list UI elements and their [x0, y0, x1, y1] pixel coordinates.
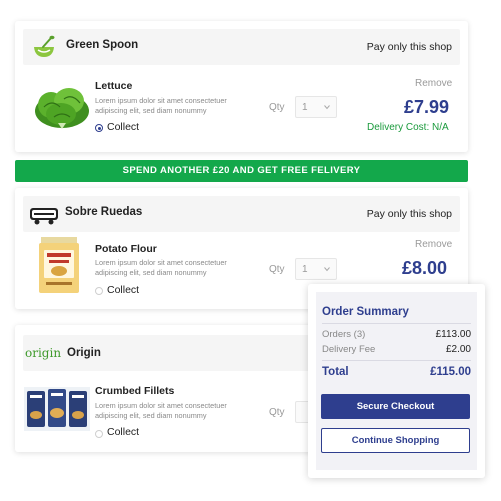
potato-flour-bag-image — [39, 237, 79, 293]
free-delivery-banner: SPEND ANOTHER £20 AND GET FREE FELIVERY — [15, 160, 468, 182]
order-summary-title: Order Summary — [322, 306, 409, 318]
quantity-select[interactable]: 1 — [295, 258, 337, 280]
total-label: Total — [322, 366, 349, 378]
collect-label[interactable]: Collect — [107, 121, 139, 133]
continue-shopping-button[interactable]: Continue Shopping — [321, 428, 470, 453]
orders-value: £113.00 — [435, 329, 471, 340]
qty-label: Qty — [269, 407, 285, 418]
remove-link[interactable]: Remove — [415, 239, 452, 250]
product-description: Lorem ipsum dolor sit amet consectetuer … — [95, 401, 227, 420]
product-name: Crumbed Fillets — [95, 385, 175, 397]
sobre-ruedas-logo-icon — [30, 208, 58, 225]
shop-header: Sobre Ruedas Pay only this shop — [23, 196, 460, 232]
collect-radio[interactable] — [95, 287, 103, 295]
product-description: Lorem ipsum dolor sit amet consectetuer … — [95, 258, 227, 277]
product-price: £7.99 — [404, 97, 450, 117]
shop-name: Sobre Ruedas — [65, 206, 143, 218]
collect-radio[interactable] — [95, 430, 103, 438]
shop-name: Origin — [67, 347, 101, 359]
divider — [322, 323, 471, 324]
order-summary-panel: Order Summary Orders (3) £113.00 Deliver… — [308, 284, 485, 478]
delivery-cost: Delivery Cost: N/A — [367, 122, 449, 133]
product-name: Potato Flour — [95, 243, 157, 255]
product-name: Lettuce — [95, 80, 133, 92]
quantity-value: 1 — [302, 102, 308, 113]
chevron-down-icon — [324, 267, 330, 272]
collect-label[interactable]: Collect — [107, 426, 139, 438]
product-description: Lorem ipsum dolor sit amet consectetuer … — [95, 96, 227, 115]
delivery-fee-label: Delivery Fee — [322, 344, 376, 355]
chevron-down-icon — [324, 105, 330, 110]
shop-name: Green Spoon — [66, 39, 139, 51]
green-spoon-logo-icon — [34, 35, 55, 57]
orders-label: Orders (3) — [322, 329, 366, 340]
pay-only-this-shop-link[interactable]: Pay only this shop — [367, 41, 452, 53]
divider — [322, 360, 471, 361]
order-summary-body: Order Summary Orders (3) £113.00 Deliver… — [316, 292, 477, 470]
quantity-select[interactable]: 1 — [295, 96, 337, 118]
origin-logo-icon: origin — [25, 346, 62, 360]
total-value: £115.00 — [430, 366, 471, 378]
remove-link[interactable]: Remove — [415, 78, 452, 89]
delivery-fee-value: £2.00 — [445, 344, 471, 355]
pay-only-this-shop-link[interactable]: Pay only this shop — [367, 208, 452, 220]
collect-radio[interactable] — [95, 124, 103, 132]
lettuce-image — [35, 88, 89, 129]
qty-label: Qty — [269, 264, 285, 275]
collect-label[interactable]: Collect — [107, 284, 139, 296]
secure-checkout-button[interactable]: Secure Checkout — [321, 394, 470, 419]
quantity-value: 1 — [302, 264, 308, 275]
shop-card-green-spoon: Green Spoon Pay only this shop Lettuce L… — [15, 21, 468, 152]
product-price: £8.00 — [402, 258, 448, 278]
qty-label: Qty — [269, 102, 285, 113]
shop-header: Green Spoon Pay only this shop — [23, 29, 460, 65]
crumbed-fillets-packages-image — [24, 387, 90, 431]
